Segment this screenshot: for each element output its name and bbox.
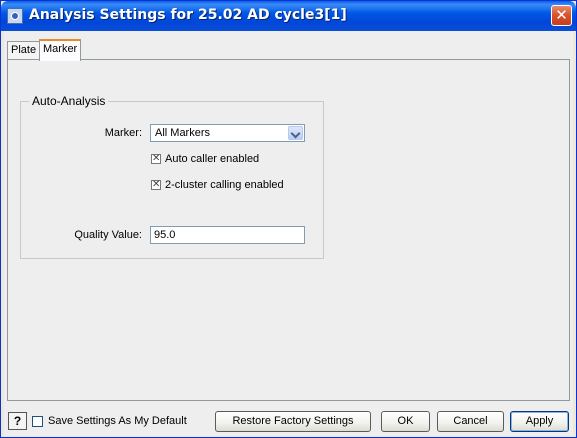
- help-button[interactable]: ?: [8, 412, 27, 430]
- tab-plate[interactable]: Plate: [7, 41, 41, 59]
- dialog-content: Plate Marker Auto-Analysis Marker: All M…: [4, 31, 573, 436]
- marker-label: Marker:: [104, 127, 142, 139]
- close-button[interactable]: ✕: [551, 5, 572, 26]
- help-icon: ?: [13, 414, 22, 428]
- quality-value-label: Quality Value:: [74, 229, 142, 241]
- chevron-down-icon[interactable]: [288, 126, 303, 140]
- auto-analysis-legend: Auto-Analysis: [29, 94, 109, 108]
- two-cluster-label: 2-cluster calling enabled: [165, 179, 284, 191]
- auto-caller-check-icon[interactable]: ✕: [151, 154, 161, 164]
- marker-select-value: All Markers: [155, 127, 211, 139]
- save-default-label: Save Settings As My Default: [48, 415, 187, 427]
- apply-button[interactable]: Apply: [510, 411, 569, 432]
- ok-button[interactable]: OK: [381, 411, 430, 432]
- close-icon: ✕: [555, 6, 568, 24]
- marker-select[interactable]: All Markers: [150, 124, 305, 142]
- window-title: Analysis Settings for 25.02 AD cycle3[1]: [29, 7, 347, 23]
- cancel-button[interactable]: Cancel: [437, 411, 504, 432]
- restore-factory-settings-button[interactable]: Restore Factory Settings: [215, 411, 371, 432]
- quality-value-input[interactable]: [150, 226, 305, 244]
- auto-caller-label: Auto caller enabled: [165, 153, 260, 165]
- tab-marker[interactable]: Marker: [39, 39, 82, 61]
- title-bar[interactable]: Analysis Settings for 25.02 AD cycle3[1]…: [1, 1, 576, 31]
- marker-tab-panel: Auto-Analysis Marker: All Markers ✕ Auto…: [7, 59, 570, 401]
- footer-bar: ? Save Settings As My Default Restore Fa…: [4, 409, 573, 433]
- app-icon: [7, 8, 23, 24]
- save-default-checkbox[interactable]: [32, 416, 43, 427]
- analysis-settings-dialog: Analysis Settings for 25.02 AD cycle3[1]…: [0, 0, 577, 438]
- two-cluster-check-icon[interactable]: ✕: [151, 180, 161, 190]
